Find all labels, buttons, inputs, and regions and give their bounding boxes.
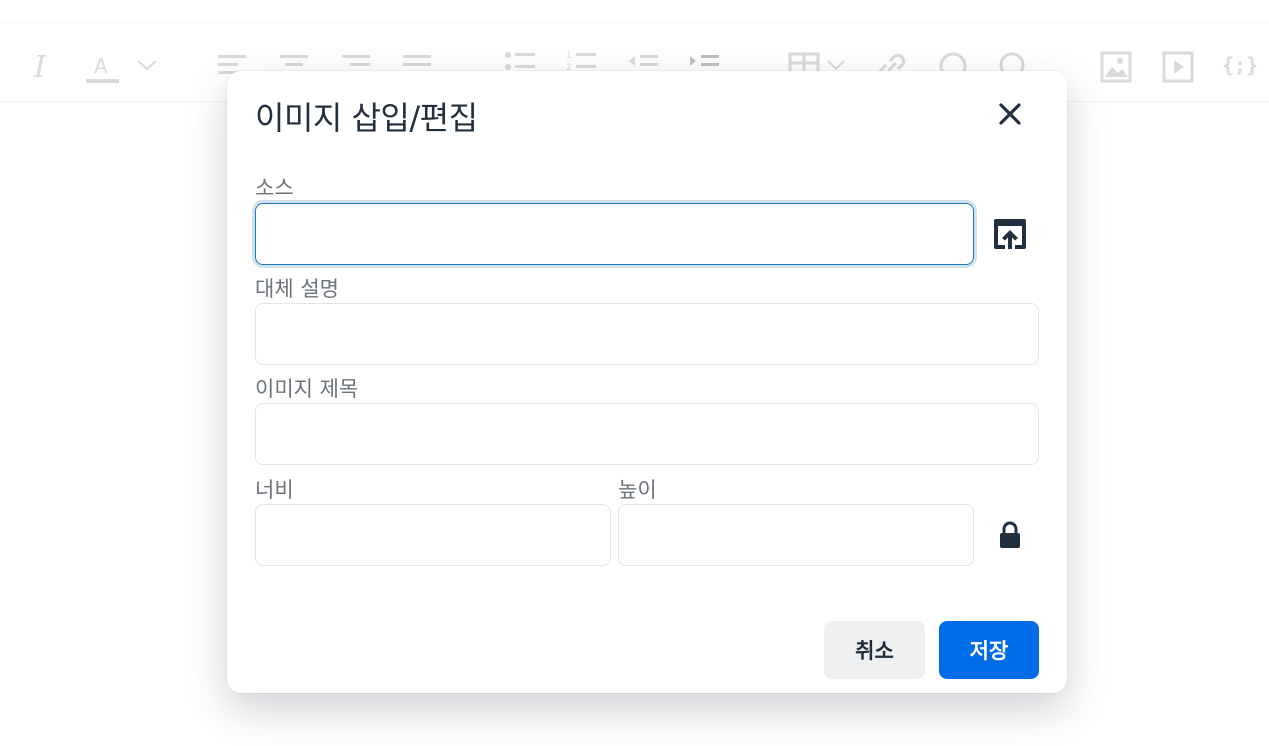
image-title-label: 이미지 제목 xyxy=(255,377,359,401)
cancel-button[interactable]: 취소 xyxy=(824,621,925,679)
lock-icon xyxy=(1000,521,1020,548)
alt-input[interactable] xyxy=(255,303,1039,365)
upload-button[interactable] xyxy=(988,212,1032,256)
upload-icon xyxy=(994,219,1026,249)
close-icon xyxy=(999,103,1021,125)
height-label: 높이 xyxy=(618,478,657,502)
insert-image-dialog: 이미지 삽입/편집 소스 대체 설명 이미지 제목 너비 높이 취소 저장 xyxy=(227,71,1067,693)
width-input[interactable] xyxy=(255,504,611,566)
dialog-title: 이미지 삽입/편집 xyxy=(255,99,478,137)
source-input[interactable] xyxy=(255,203,974,265)
source-label: 소스 xyxy=(255,176,294,200)
constrain-proportions-button[interactable] xyxy=(988,513,1032,557)
image-title-input[interactable] xyxy=(255,403,1039,465)
save-button[interactable]: 저장 xyxy=(939,621,1039,679)
width-label: 너비 xyxy=(255,478,294,502)
close-button[interactable] xyxy=(991,95,1029,133)
height-input[interactable] xyxy=(618,504,974,566)
alt-label: 대체 설명 xyxy=(255,277,339,301)
